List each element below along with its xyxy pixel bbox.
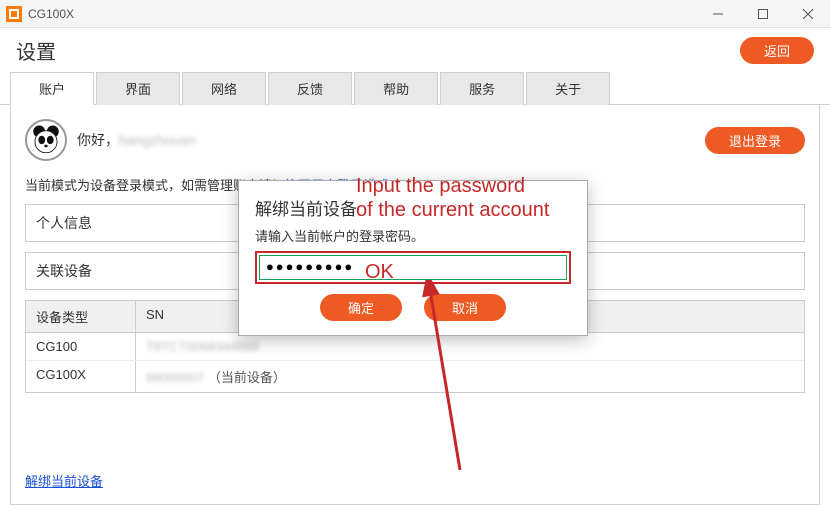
- tab-service[interactable]: 服务: [440, 72, 524, 105]
- app-icon: [6, 6, 22, 22]
- tab-network[interactable]: 网络: [182, 72, 266, 105]
- titlebar: CG100X: [0, 0, 830, 28]
- username: hangzhousn: [119, 132, 195, 148]
- window-title: CG100X: [28, 7, 695, 21]
- password-highlight-box: [255, 251, 571, 284]
- minimize-button[interactable]: [695, 0, 740, 28]
- cancel-button[interactable]: 取消: [424, 294, 506, 321]
- back-button[interactable]: 返回: [740, 37, 814, 64]
- tab-ui[interactable]: 界面: [96, 72, 180, 105]
- tab-account[interactable]: 账户: [10, 72, 94, 105]
- close-button[interactable]: [785, 0, 830, 28]
- logout-button[interactable]: 退出登录: [705, 127, 805, 154]
- maximize-button[interactable]: [740, 0, 785, 28]
- cell-type: CG100: [26, 333, 136, 360]
- annotation-ok: OK: [365, 261, 394, 284]
- annotation-password: Input the passwordof the current account: [356, 174, 549, 222]
- greeting-text: 你好，hangzhousn: [77, 130, 195, 150]
- password-input[interactable]: [259, 255, 567, 280]
- cell-type: CG100X: [26, 361, 136, 392]
- table-row: CG100 T8TCT0068344888: [26, 333, 804, 361]
- tab-help[interactable]: 帮助: [354, 72, 438, 105]
- avatar: [25, 119, 67, 161]
- tab-feedback[interactable]: 反馈: [268, 72, 352, 105]
- page-header: 设置 返回: [0, 28, 830, 71]
- hello-label: 你好，: [77, 132, 119, 148]
- cell-sn: 68000007（当前设备）: [136, 361, 804, 392]
- table-row: CG100X 68000007（当前设备）: [26, 361, 804, 392]
- modal-subtitle: 请输入当前帐户的登录密码。: [255, 226, 571, 245]
- ok-button[interactable]: 确定: [320, 294, 402, 321]
- col-type-header: 设备类型: [26, 301, 136, 332]
- tabs: 账户 界面 网络 反馈 帮助 服务 关于: [0, 71, 830, 105]
- window-controls: [695, 0, 830, 28]
- current-device-tag: （当前设备）: [208, 370, 286, 385]
- modal-buttons: 确定 取消: [255, 294, 571, 321]
- cell-sn: T8TCT0068344888: [136, 333, 804, 360]
- mode-prefix: 当前模式为设备登录模式，如需管理账户请: [25, 178, 272, 193]
- greeting-row: 你好，hangzhousn 退出登录: [25, 119, 805, 161]
- unbind-device-link[interactable]: 解绑当前设备: [25, 471, 103, 490]
- tab-about[interactable]: 关于: [526, 72, 610, 105]
- page-title: 设置: [16, 36, 56, 65]
